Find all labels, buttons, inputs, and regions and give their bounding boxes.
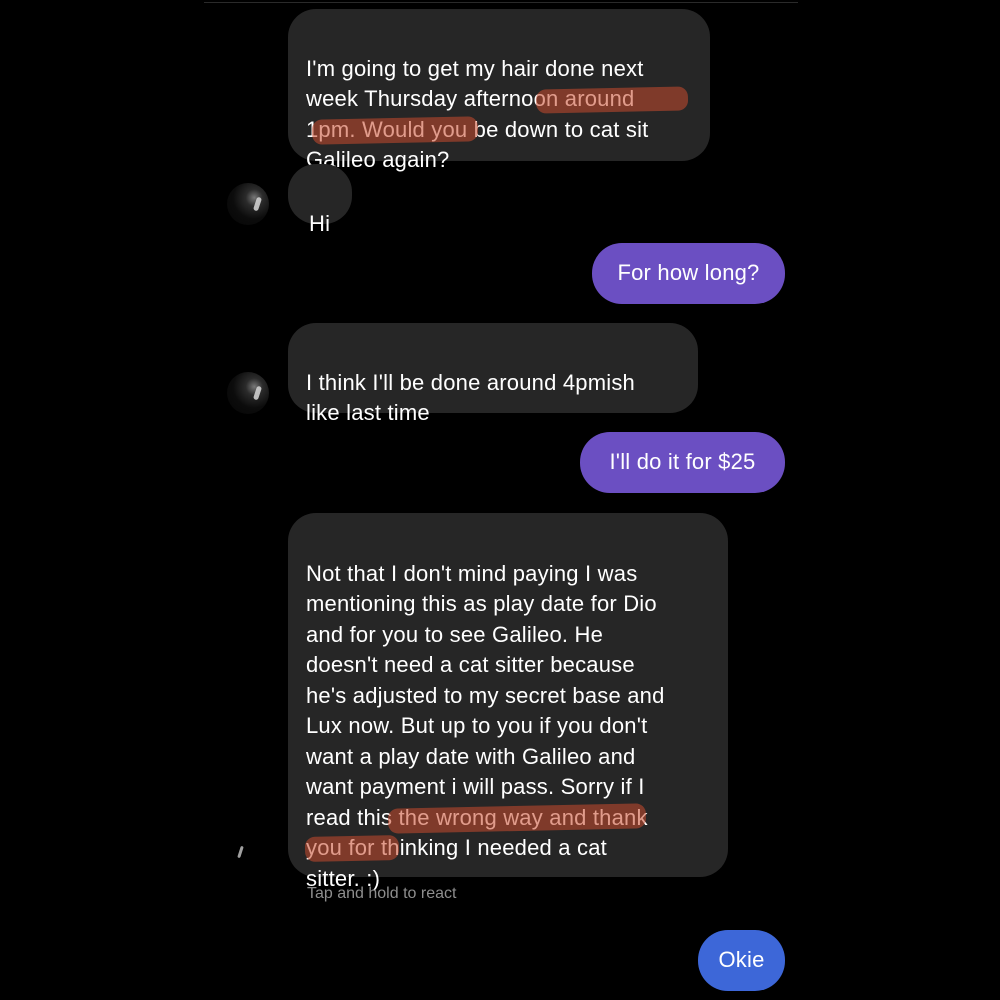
message-bubble-outgoing[interactable]: For how long?: [592, 243, 785, 304]
message-text: For how long?: [617, 260, 760, 286]
message-bubble-outgoing[interactable]: I'll do it for $25: [580, 432, 785, 493]
contact-avatar-icon[interactable]: [227, 836, 269, 878]
message-text: I think I'll be done around 4pmish like …: [306, 369, 635, 426]
contact-avatar-icon[interactable]: [227, 372, 269, 414]
message-text: Okie: [718, 947, 765, 973]
message-text: I'm going to get my hair done next week …: [306, 55, 649, 173]
message-bubble-incoming[interactable]: Hi: [288, 164, 352, 236]
contact-avatar-icon[interactable]: [227, 183, 269, 225]
react-hint-text: Tap and hold to react: [307, 885, 457, 902]
message-text: I'll do it for $25: [609, 449, 756, 475]
message-bubble-incoming[interactable]: I'm going to get my hair done next week …: [288, 9, 710, 172]
message-bubble-incoming[interactable]: Not that I don't mind paying I was menti…: [288, 513, 728, 891]
message-bubble-incoming[interactable]: I think I'll be done around 4pmish like …: [288, 323, 698, 425]
message-bubble-outgoing[interactable]: Okie: [698, 930, 785, 991]
message-text: Not that I don't mind paying I was menti…: [306, 560, 665, 891]
message-text: Hi: [309, 210, 331, 236]
top-divider: [204, 2, 798, 3]
